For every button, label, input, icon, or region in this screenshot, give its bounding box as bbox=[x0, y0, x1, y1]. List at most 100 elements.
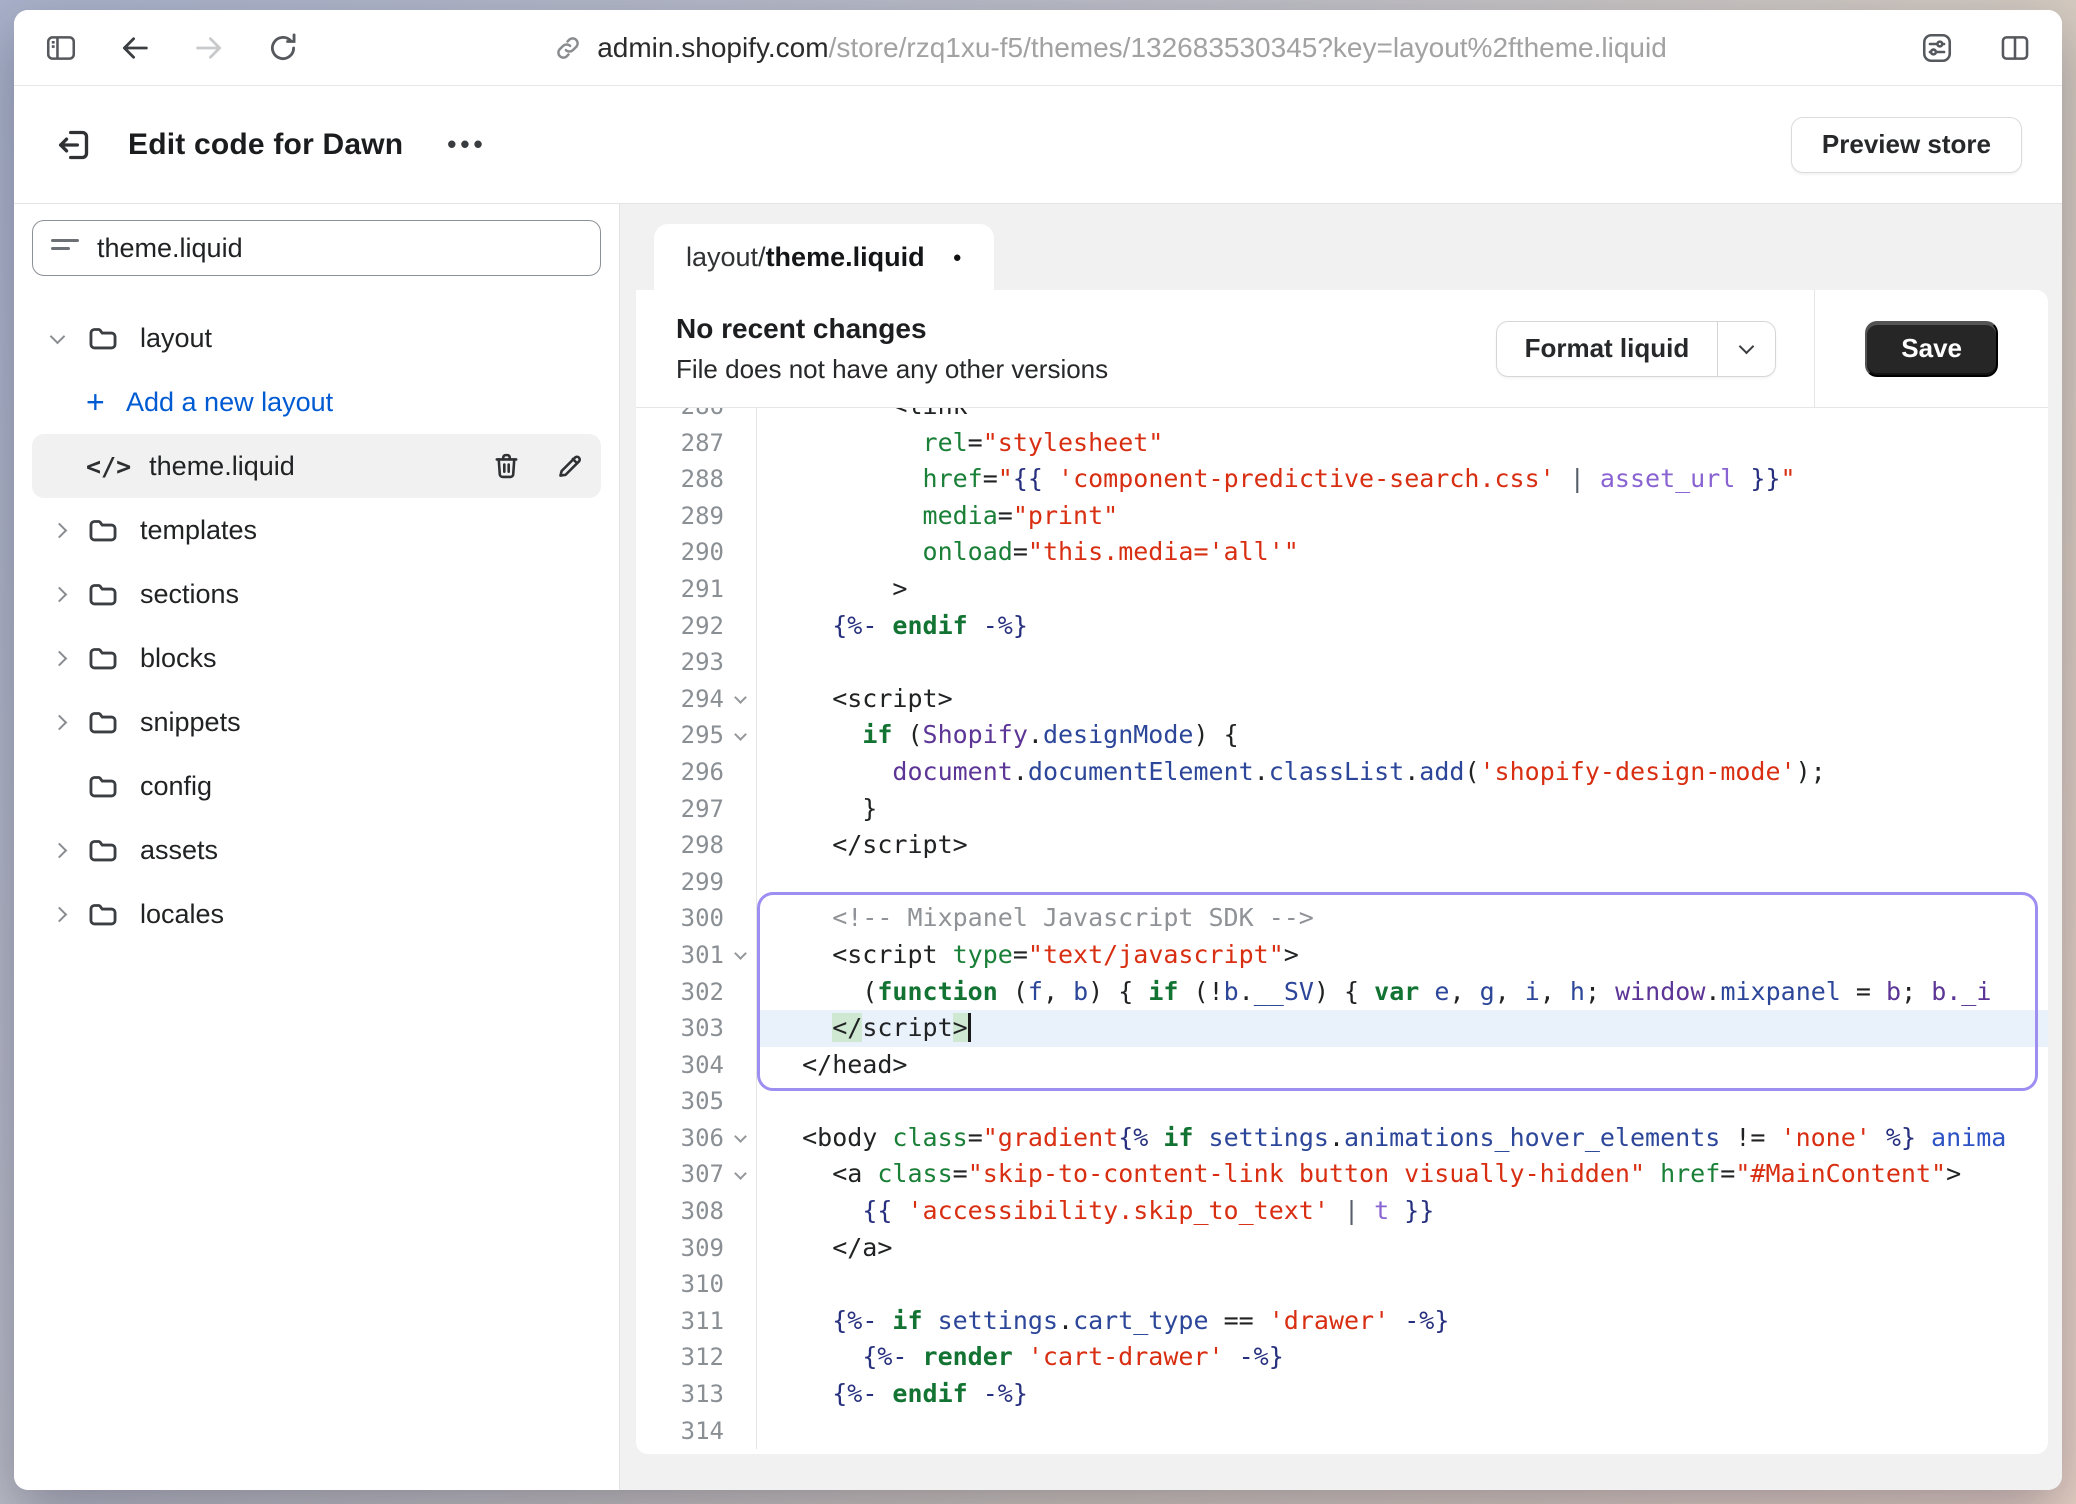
desktop: { "browser": { "url_host": "admin.shopif… bbox=[0, 0, 2076, 1504]
more-menu-icon[interactable]: ••• bbox=[447, 129, 486, 160]
chevron-right-icon[interactable] bbox=[52, 909, 86, 920]
line-number: 310 bbox=[636, 1266, 724, 1303]
code-text[interactable]: </script> bbox=[756, 1010, 2048, 1047]
code-text[interactable]: <link bbox=[756, 408, 2048, 425]
code-line-289: 289 media="print" bbox=[636, 498, 2048, 535]
filter-icon bbox=[51, 236, 79, 260]
fold-chevron-icon[interactable] bbox=[724, 1156, 756, 1193]
sidebar-item-config[interactable]: config bbox=[32, 754, 601, 818]
split-view-icon[interactable] bbox=[1998, 31, 2032, 65]
folder-icon bbox=[86, 321, 120, 355]
sidebar-toggle-icon[interactable] bbox=[44, 31, 78, 65]
exit-icon[interactable] bbox=[54, 125, 94, 165]
fold-spacer bbox=[724, 534, 756, 571]
fold-chevron-icon[interactable] bbox=[724, 681, 756, 718]
code-line-311: 311 {%- if settings.cart_type == 'drawer… bbox=[636, 1303, 2048, 1340]
line-number: 309 bbox=[636, 1230, 724, 1267]
fold-chevron-icon[interactable] bbox=[724, 937, 756, 974]
folder-icon bbox=[86, 833, 120, 867]
code-text[interactable]: rel="stylesheet" bbox=[756, 425, 2048, 462]
code-text[interactable]: <body class="gradient{% if settings.anim… bbox=[756, 1120, 2048, 1157]
sidebar-item-layout[interactable]: layout bbox=[32, 306, 601, 370]
code-text[interactable]: (function (f, b) { if (!b.__SV) { var e,… bbox=[756, 974, 2048, 1011]
file-search-input[interactable]: theme.liquid bbox=[32, 220, 601, 276]
code-line-295: 295 if (Shopify.designMode) { bbox=[636, 717, 2048, 754]
sidebar-item-blocks[interactable]: blocks bbox=[32, 626, 601, 690]
sidebar-item-add-a-new-layout[interactable]: +Add a new layout bbox=[32, 370, 601, 434]
chevron-right-icon[interactable] bbox=[52, 525, 86, 536]
line-number: 307 bbox=[636, 1156, 724, 1193]
chevron-right-icon[interactable] bbox=[52, 653, 86, 664]
chevron-right-icon[interactable] bbox=[52, 845, 86, 856]
format-dropdown-button[interactable] bbox=[1717, 322, 1775, 376]
reload-icon[interactable] bbox=[266, 31, 300, 65]
code-text[interactable]: {%- render 'cart-drawer' -%} bbox=[756, 1339, 2048, 1376]
status-title: No recent changes bbox=[676, 313, 1108, 345]
fold-spacer bbox=[724, 1376, 756, 1413]
code-text[interactable] bbox=[756, 864, 2048, 901]
line-number: 288 bbox=[636, 461, 724, 498]
code-text[interactable]: href="{{ 'component-predictive-search.cs… bbox=[756, 461, 2048, 498]
folder-icon bbox=[86, 513, 120, 547]
sidebar-item-assets[interactable]: assets bbox=[32, 818, 601, 882]
fold-spacer bbox=[724, 461, 756, 498]
code-text[interactable]: {%- if settings.cart_type == 'drawer' -%… bbox=[756, 1303, 2048, 1340]
format-liquid-button[interactable]: Format liquid bbox=[1496, 321, 1777, 377]
fold-chevron-icon[interactable] bbox=[724, 1120, 756, 1157]
code-text[interactable]: </a> bbox=[756, 1230, 2048, 1267]
line-number: 291 bbox=[636, 571, 724, 608]
code-text[interactable]: <script> bbox=[756, 681, 2048, 718]
code-text[interactable]: {%- endif -%} bbox=[756, 608, 2048, 645]
code-text[interactable] bbox=[756, 644, 2048, 681]
code-text[interactable]: <a class="skip-to-content-link button vi… bbox=[756, 1156, 2048, 1193]
chevron-down-icon[interactable] bbox=[52, 335, 86, 342]
code-text[interactable]: media="print" bbox=[756, 498, 2048, 535]
tab-theme-liquid[interactable]: layout/theme.liquid ● bbox=[654, 224, 994, 290]
fold-spacer bbox=[724, 827, 756, 864]
rename-file-icon[interactable] bbox=[554, 451, 585, 482]
preview-store-button[interactable]: Preview store bbox=[1791, 117, 2022, 173]
code-text[interactable]: } bbox=[756, 791, 2048, 828]
code-text[interactable] bbox=[756, 1083, 2048, 1120]
page-settings-icon[interactable] bbox=[1920, 31, 1954, 65]
save-button[interactable]: Save bbox=[1865, 321, 1998, 377]
code-text[interactable]: </script> bbox=[756, 827, 2048, 864]
line-number: 295 bbox=[636, 717, 724, 754]
code-editor[interactable]: 286 <link287 rel="stylesheet"288 href="{… bbox=[636, 408, 2048, 1454]
code-text[interactable] bbox=[756, 1266, 2048, 1303]
fold-chevron-icon[interactable] bbox=[724, 717, 756, 754]
code-text[interactable]: {{ 'accessibility.skip_to_text' | t }} bbox=[756, 1193, 2048, 1230]
code-text[interactable]: document.documentElement.classList.add('… bbox=[756, 754, 2048, 791]
sidebar-item-sections[interactable]: sections bbox=[32, 562, 601, 626]
code-text[interactable] bbox=[756, 1413, 2048, 1450]
code-text[interactable]: onload="this.media='all'" bbox=[756, 534, 2048, 571]
line-number: 311 bbox=[636, 1303, 724, 1340]
chevron-right-icon[interactable] bbox=[52, 717, 86, 728]
code-text[interactable]: </head> bbox=[756, 1047, 2048, 1084]
line-number: 304 bbox=[636, 1047, 724, 1084]
sidebar-item-templates[interactable]: templates bbox=[32, 498, 601, 562]
address-bar[interactable]: admin.shopify.com/store/rzq1xu-f5/themes… bbox=[300, 32, 1920, 64]
code-text[interactable]: > bbox=[756, 571, 2048, 608]
fold-spacer bbox=[724, 408, 756, 425]
line-number: 314 bbox=[636, 1413, 724, 1450]
line-number: 297 bbox=[636, 791, 724, 828]
code-line-298: 298 </script> bbox=[636, 827, 2048, 864]
code-text[interactable]: {%- endif -%} bbox=[756, 1376, 2048, 1413]
sidebar-item-snippets[interactable]: snippets bbox=[32, 690, 601, 754]
code-line-310: 310 bbox=[636, 1266, 2048, 1303]
delete-file-icon[interactable] bbox=[491, 451, 522, 482]
sidebar-item-theme-liquid[interactable]: </>theme.liquid bbox=[32, 434, 601, 498]
code-text[interactable]: <!-- Mixpanel Javascript SDK --> bbox=[756, 900, 2048, 937]
line-number: 294 bbox=[636, 681, 724, 718]
tab-path-prefix: layout/ bbox=[686, 242, 766, 272]
code-text[interactable]: <script type="text/javascript"> bbox=[756, 937, 2048, 974]
sidebar-item-locales[interactable]: locales bbox=[32, 882, 601, 946]
code-text[interactable]: if (Shopify.designMode) { bbox=[756, 717, 2048, 754]
link-icon bbox=[553, 33, 583, 63]
back-icon[interactable] bbox=[118, 31, 152, 65]
chevron-right-icon[interactable] bbox=[52, 589, 86, 600]
line-number: 306 bbox=[636, 1120, 724, 1157]
fold-spacer bbox=[724, 1413, 756, 1450]
code-line-287: 287 rel="stylesheet" bbox=[636, 425, 2048, 462]
